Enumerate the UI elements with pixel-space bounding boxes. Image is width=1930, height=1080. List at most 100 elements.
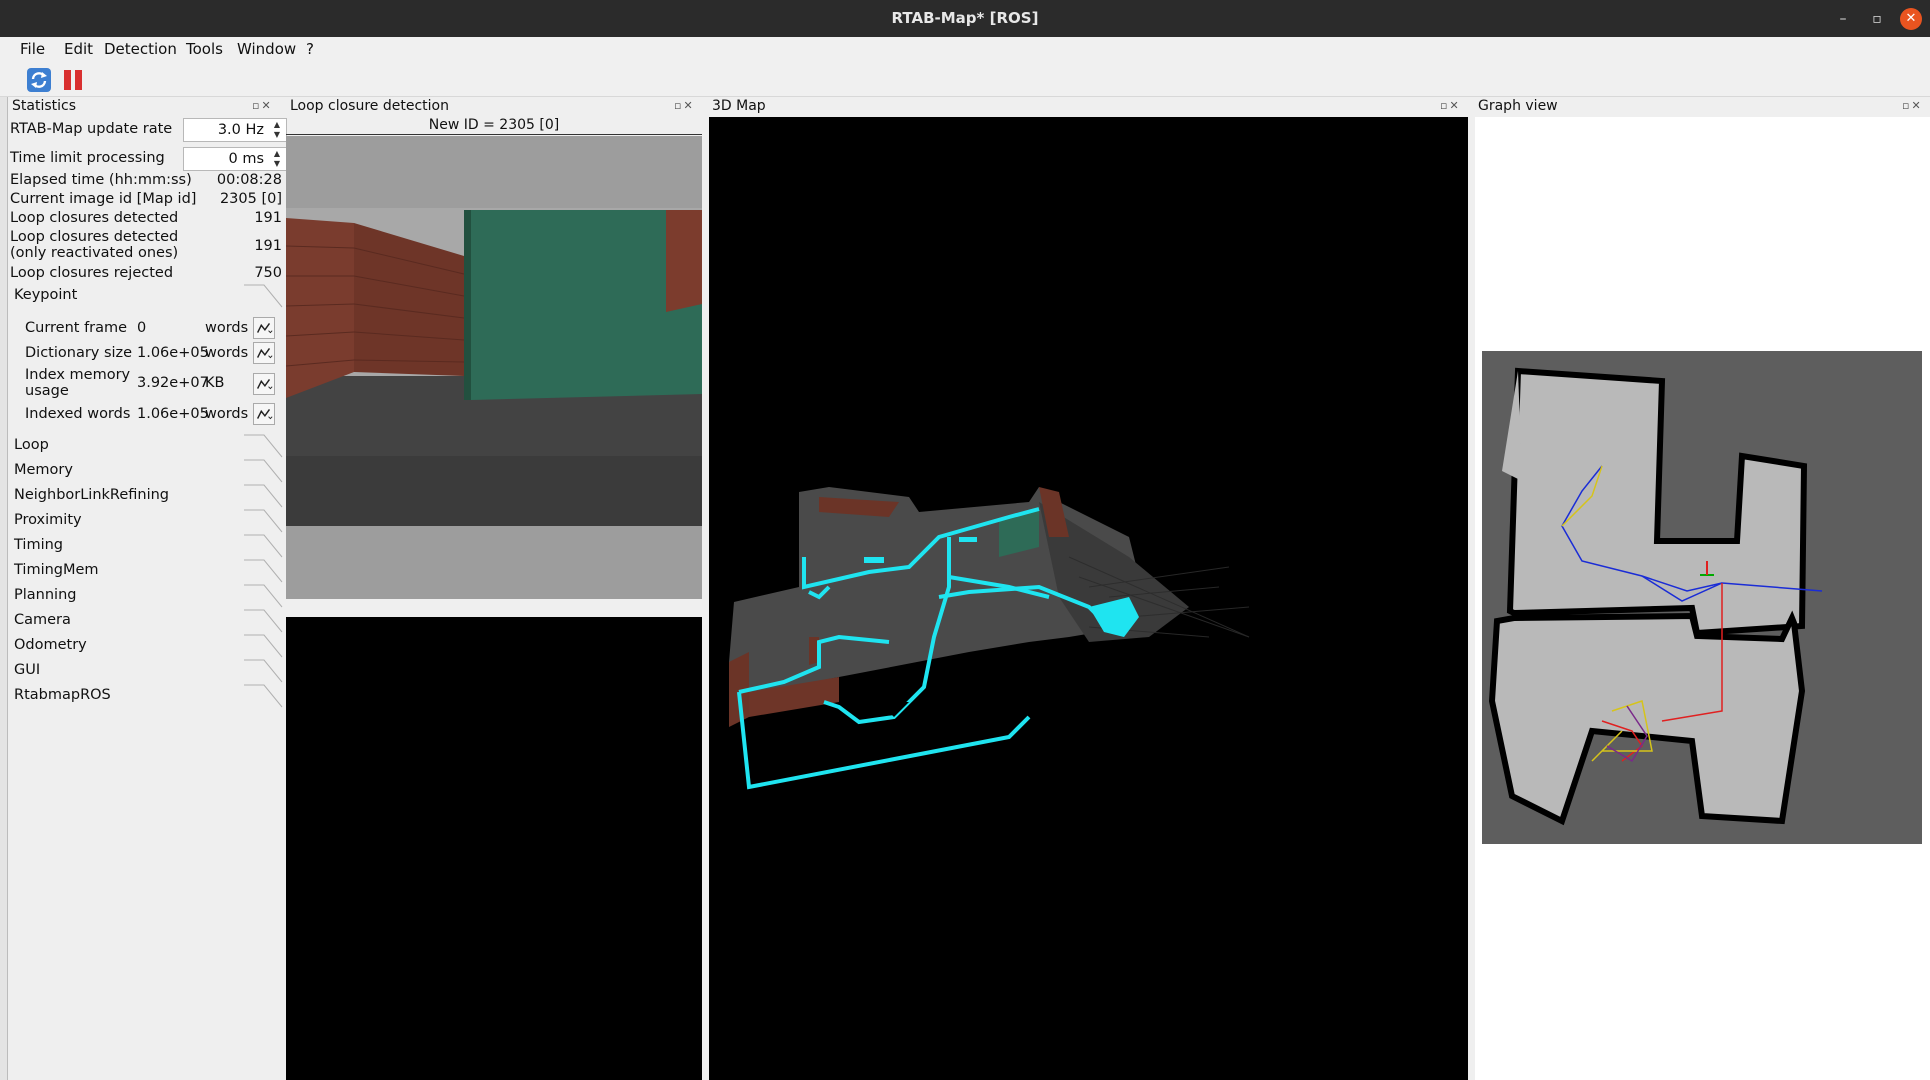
pause-icon[interactable] bbox=[60, 67, 86, 93]
loop-rejected-value: 750 bbox=[254, 265, 282, 281]
time-limit-label: Time limit processing bbox=[10, 150, 165, 166]
statistics-dock-buttons[interactable]: ▫✕ bbox=[252, 99, 273, 119]
spin-arrows-icon[interactable]: ▲ ▼ bbox=[270, 149, 284, 169]
spin-arrows-icon[interactable]: ▲ ▼ bbox=[270, 120, 284, 140]
plot-icon[interactable] bbox=[253, 403, 275, 425]
loop-reactivated-sublabel: (only reactivated ones) bbox=[10, 245, 179, 261]
new-id-label: New ID = 2305 [0] bbox=[286, 117, 702, 135]
keypoint-row-current-frame: Current frame 0 words bbox=[25, 317, 275, 339]
graph-panel-title: Graph view bbox=[1478, 98, 1558, 114]
section-tab-icon bbox=[244, 284, 283, 308]
section-planning[interactable]: Planning bbox=[10, 584, 284, 608]
section-label: NeighborLinkRefining bbox=[14, 487, 170, 503]
loop-reactivated-value: 191 bbox=[254, 238, 282, 254]
keypoint-unit: words bbox=[205, 345, 249, 361]
section-keypoint[interactable]: Keypoint bbox=[10, 284, 284, 308]
keypoint-row-dictionary-size: Dictionary size 1.06e+05 words bbox=[25, 342, 275, 364]
section-loop[interactable]: Loop bbox=[10, 434, 284, 458]
section-timing-mem[interactable]: TimingMem bbox=[10, 559, 284, 583]
minimize-button[interactable]: – bbox=[1832, 8, 1854, 30]
section-tab-icon bbox=[244, 559, 283, 583]
keypoint-value: 1.06e+05 bbox=[137, 345, 209, 361]
statistics-panel: RTAB-Map update rate 3.0 Hz ▲ ▼ Time limi… bbox=[8, 117, 287, 1080]
toolbar bbox=[0, 63, 1930, 97]
section-label: TimingMem bbox=[14, 562, 99, 578]
section-neighbor-link-refining[interactable]: NeighborLinkRefining bbox=[10, 484, 284, 508]
menu-detection[interactable]: Detection bbox=[104, 40, 177, 58]
current-camera-image bbox=[286, 136, 702, 599]
update-rate-value: 3.0 Hz bbox=[217, 122, 264, 138]
keypoint-row-index-memory: Index memory usage 3.92e+07 KB bbox=[25, 367, 275, 399]
map-3d-view[interactable] bbox=[709, 117, 1468, 1080]
plot-icon[interactable] bbox=[253, 342, 275, 364]
section-odometry[interactable]: Odometry bbox=[10, 634, 284, 658]
section-tab-icon bbox=[244, 534, 283, 558]
loop-detected-label: Loop closures detected bbox=[10, 210, 179, 226]
time-limit-spinbox[interactable]: 0 ms ▲ ▼ bbox=[183, 147, 287, 171]
time-limit-value: 0 ms bbox=[228, 151, 264, 167]
graph-dock-buttons[interactable]: ▫✕ bbox=[1902, 99, 1923, 119]
keypoint-label: Indexed words bbox=[25, 406, 131, 422]
image-id-label: Current image id [Map id] bbox=[10, 191, 197, 207]
section-label: RtabmapROS bbox=[14, 687, 111, 703]
plot-icon[interactable] bbox=[253, 317, 275, 339]
section-tab-icon bbox=[244, 509, 283, 533]
map3d-dock-buttons[interactable]: ▫✕ bbox=[1440, 99, 1461, 119]
loop-match-image bbox=[286, 617, 702, 1080]
restore-button[interactable]: ▫ bbox=[1866, 8, 1888, 30]
window-title: RTAB-Map* [ROS] bbox=[891, 9, 1039, 27]
section-tab-icon bbox=[244, 484, 283, 508]
section-label: Timing bbox=[14, 537, 63, 553]
section-label: Proximity bbox=[14, 512, 82, 528]
section-label: GUI bbox=[14, 662, 41, 678]
elapsed-label: Elapsed time (hh:mm:ss) bbox=[10, 172, 192, 188]
plot-icon[interactable] bbox=[253, 373, 275, 395]
loop-rejected-row: Loop closures rejected 750 bbox=[10, 265, 282, 281]
refresh-icon[interactable] bbox=[26, 67, 52, 93]
section-gui[interactable]: GUI bbox=[10, 659, 284, 683]
section-label: Camera bbox=[14, 612, 71, 628]
section-rtabmap-ros[interactable]: RtabmapROS bbox=[10, 684, 284, 708]
section-tab-icon bbox=[244, 634, 283, 658]
keypoint-value: 0 bbox=[137, 320, 147, 336]
window-titlebar: RTAB-Map* [ROS] – ▫ ✕ bbox=[0, 0, 1930, 37]
section-label: Loop bbox=[14, 437, 49, 453]
image-id-value: 2305 [0] bbox=[219, 191, 282, 207]
menu-file[interactable]: File bbox=[20, 40, 45, 58]
image-id-row: Current image id [Map id] 2305 [0] bbox=[10, 191, 282, 207]
menu-window[interactable]: Window bbox=[237, 40, 296, 58]
section-label: Memory bbox=[14, 462, 73, 478]
elapsed-row: Elapsed time (hh:mm:ss) 00:08:28 bbox=[10, 172, 282, 188]
section-label: Odometry bbox=[14, 637, 87, 653]
loop-detected-row: Loop closures detected 191 bbox=[10, 210, 282, 226]
point-cloud-render bbox=[729, 487, 1250, 790]
loop-reactivated-row: Loop closures detected (only reactivated… bbox=[10, 229, 282, 261]
keypoint-label: Dictionary size bbox=[25, 345, 133, 361]
section-timing[interactable]: Timing bbox=[10, 534, 284, 558]
left-dock-edge bbox=[0, 97, 8, 1080]
update-rate-label: RTAB-Map update rate bbox=[10, 121, 173, 137]
section-tab-icon bbox=[244, 609, 283, 633]
section-proximity[interactable]: Proximity bbox=[10, 509, 284, 533]
section-tab-icon bbox=[244, 659, 283, 683]
occupancy-grid-map bbox=[1482, 351, 1922, 844]
update-rate-spinbox[interactable]: 3.0 Hz ▲ ▼ bbox=[183, 118, 287, 142]
menu-tools[interactable]: Tools bbox=[186, 40, 223, 58]
section-tab-icon bbox=[244, 684, 283, 708]
close-button[interactable]: ✕ bbox=[1900, 8, 1922, 30]
menu-edit[interactable]: Edit bbox=[64, 40, 93, 58]
keypoint-value: 1.06e+05 bbox=[137, 406, 209, 422]
keypoint-value: 3.92e+07 bbox=[137, 375, 209, 391]
keypoint-row-indexed-words: Indexed words 1.06e+05 words bbox=[25, 403, 275, 425]
statistics-panel-title: Statistics bbox=[12, 98, 76, 114]
keypoint-unit: words bbox=[205, 406, 249, 422]
section-tab-icon bbox=[244, 459, 283, 483]
menu-help[interactable]: ? bbox=[306, 40, 314, 58]
map3d-panel-title: 3D Map bbox=[712, 98, 766, 114]
keypoint-label: Current frame bbox=[25, 320, 128, 336]
elapsed-value: 00:08:28 bbox=[216, 172, 282, 188]
section-tab-icon bbox=[244, 434, 283, 458]
section-memory[interactable]: Memory bbox=[10, 459, 284, 483]
section-tab-icon bbox=[244, 584, 283, 608]
section-camera[interactable]: Camera bbox=[10, 609, 284, 633]
